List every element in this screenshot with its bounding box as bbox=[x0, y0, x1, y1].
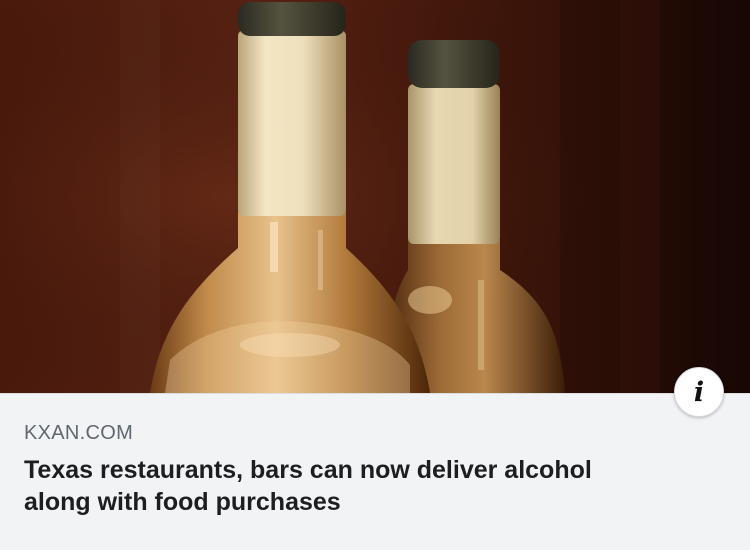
link-preview-card[interactable]: i KXAN.COM Texas restaurants, bars can n… bbox=[0, 0, 750, 550]
wine-bottles-photo bbox=[0, 0, 750, 393]
info-button[interactable]: i bbox=[674, 367, 724, 417]
link-preview-caption[interactable]: KXAN.COM Texas restaurants, bars can now… bbox=[0, 393, 750, 550]
link-preview-image[interactable] bbox=[0, 0, 750, 393]
headline[interactable]: Texas restaurants, bars can now deliver … bbox=[24, 454, 704, 518]
headline-line: Texas restaurants, bars can now deliver … bbox=[24, 456, 592, 484]
info-icon: i bbox=[693, 377, 705, 408]
source-domain: KXAN.COM bbox=[24, 422, 134, 444]
headline-line: along with food purchases bbox=[24, 488, 341, 516]
